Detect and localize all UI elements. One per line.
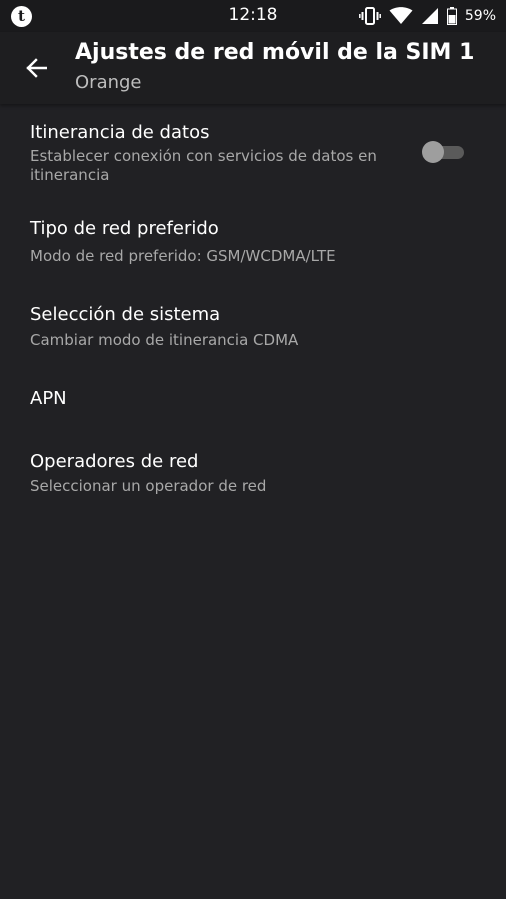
setting-summary: Modo de red preferido: GSM/WCDMA/LTE (30, 247, 336, 265)
setting-label: Selección de sistema (30, 304, 221, 325)
status-icons: 59% (358, 6, 496, 26)
back-button[interactable] (18, 50, 54, 86)
setting-label: Tipo de red preferido (30, 218, 219, 239)
setting-preferred-network-type[interactable]: Tipo de red preferido Modo de red prefer… (0, 200, 506, 284)
page-subtitle: Orange (75, 72, 142, 93)
page-title: Ajustes de red móvil de la SIM 1 (75, 40, 475, 65)
setting-data-roaming[interactable]: Itinerancia de datos Establecer conexión… (0, 104, 506, 200)
status-bar: t 12:18 59% (0, 0, 506, 32)
screen: t 12:18 59% Ajustes de red móvil de la S… (0, 0, 506, 899)
setting-summary: Establecer conexión con servicios de dat… (30, 147, 377, 184)
setting-label: APN (30, 388, 67, 409)
battery-icon (446, 7, 457, 25)
setting-apn[interactable]: APN (0, 368, 506, 431)
setting-label: Itinerancia de datos (30, 122, 210, 143)
setting-network-operators[interactable]: Operadores de red Seleccionar un operado… (0, 431, 506, 515)
signal-icon (421, 8, 438, 24)
wifi-icon (389, 7, 413, 24)
arrow-back-icon (26, 58, 47, 78)
setting-label: Operadores de red (30, 451, 199, 472)
roaming-toggle[interactable] (422, 141, 466, 163)
setting-system-selection[interactable]: Selección de sistema Cambiar modo de iti… (0, 284, 506, 368)
toolbar: Ajustes de red móvil de la SIM 1 Orange (0, 32, 506, 104)
vibrate-icon (358, 7, 381, 25)
setting-summary: Cambiar modo de itinerancia CDMA (30, 331, 299, 349)
battery-percent: 59% (464, 8, 496, 24)
setting-summary: Seleccionar un operador de red (30, 477, 267, 495)
toggle-thumb (422, 141, 444, 163)
settings-list: Itinerancia de datos Establecer conexión… (0, 104, 506, 515)
